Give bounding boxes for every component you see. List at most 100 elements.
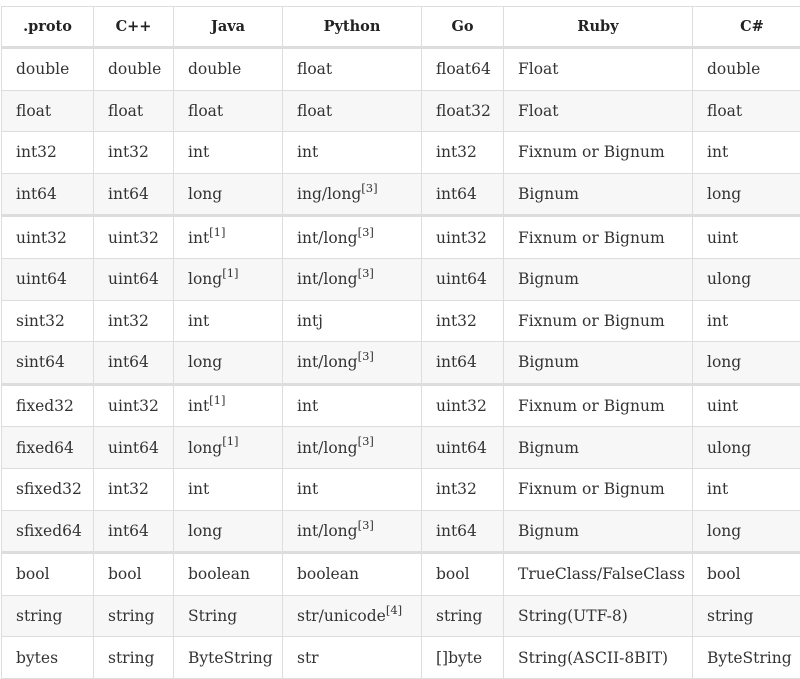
cell-text: uint64 [436,270,487,288]
footnote-ref[interactable]: [1] [209,393,225,407]
cell-csharp: uint [693,216,800,259]
cell-python: int [283,384,422,427]
cell-python: float [283,48,422,91]
footnote-ref[interactable]: [1] [209,225,225,239]
cell-csharp: long [693,510,800,553]
cell-ruby: TrueClass/FalseClass [504,553,693,596]
cell-text: uint64 [16,270,67,288]
cell-python: int [283,468,422,510]
cell-text: Bignum [518,522,579,540]
cell-proto: sint64 [2,342,94,385]
footnote-ref[interactable]: [3] [358,349,374,363]
cell-java: int [174,132,283,174]
cell-cpp: int64 [94,510,174,553]
cell-text: boolean [188,565,250,583]
footnote-ref[interactable]: [1] [222,266,238,280]
cell-text: string [108,607,154,625]
footnote-ref[interactable]: [3] [358,225,374,239]
cell-ruby: Bignum [504,173,693,216]
cell-text: int [297,143,318,161]
cell-text: int64 [108,353,149,371]
cell-text: ing/long [297,185,361,203]
cell-text: int/long [297,229,358,247]
cell-ruby: Bignum [504,427,693,469]
table-row: floatfloatfloatfloatfloat32Floatfloat [2,90,800,132]
cell-text: int/long [297,522,358,540]
cell-cpp: int32 [94,132,174,174]
footnote-ref[interactable]: [3] [358,434,374,448]
footnote-ref[interactable]: [3] [361,181,377,195]
table-row: sfixed32int32intintint32Fixnum or Bignum… [2,468,800,510]
cell-python: boolean [283,553,422,596]
cell-text: String(UTF-8) [518,607,628,625]
cell-cpp: int64 [94,173,174,216]
cell-text: double [707,60,760,78]
cell-go: int64 [422,173,504,216]
cell-text: bool [707,565,741,583]
cell-text: Fixnum or Bignum [518,397,665,415]
cell-csharp: int [693,468,800,510]
table-row: int32int32intintint32Fixnum or Bignumint [2,132,800,174]
cell-go: bool [422,553,504,596]
cell-ruby: Bignum [504,342,693,385]
cell-text: uint32 [16,229,67,247]
cell-go: uint64 [422,427,504,469]
cell-text: float [108,102,143,120]
footnote-ref[interactable]: [4] [386,603,402,617]
cell-text: long [188,185,222,203]
cell-text: int32 [436,480,477,498]
cell-text: fixed64 [16,439,74,457]
cell-text: bool [108,565,142,583]
footnote-ref[interactable]: [1] [222,434,238,448]
cell-java: long[1] [174,427,283,469]
cell-text: float [297,60,332,78]
header-row: .proto C++ Java Python Go Ruby C# [2,7,800,48]
cell-text: int64 [108,522,149,540]
cell-text: sint64 [16,353,65,371]
cell-cpp: string [94,595,174,637]
cell-text: int [297,480,318,498]
cell-csharp: ByteString [693,637,800,679]
cell-python: int/long[3] [283,427,422,469]
cell-text: int [188,143,209,161]
cell-text: float [297,102,332,120]
cell-text: double [108,60,161,78]
header-proto: .proto [2,7,94,48]
cell-python: int/long[3] [283,216,422,259]
cell-text: uint32 [436,229,487,247]
cell-text: long [707,522,741,540]
cell-text: int [188,312,209,330]
cell-text: string [707,607,753,625]
cell-go: int32 [422,132,504,174]
table-row: fixed64uint64long[1]int/long[3]uint64Big… [2,427,800,469]
header-ruby: Ruby [504,7,693,48]
cell-csharp: float [693,90,800,132]
cell-csharp: int [693,300,800,342]
cell-java: int[1] [174,384,283,427]
cell-text: Bignum [518,185,579,203]
cell-text: int32 [108,143,149,161]
footnote-ref[interactable]: [3] [358,518,374,532]
cell-text: uint64 [108,270,159,288]
cell-text: long [707,185,741,203]
cell-text: boolean [297,565,359,583]
cell-go: []byte [422,637,504,679]
header-java: Java [174,7,283,48]
footnote-ref[interactable]: [3] [358,266,374,280]
cell-cpp: int32 [94,300,174,342]
cell-csharp: long [693,173,800,216]
cell-text: int [297,397,318,415]
cell-go: uint32 [422,384,504,427]
cell-text: uint32 [436,397,487,415]
cell-text: int [188,480,209,498]
cell-cpp: string [94,637,174,679]
cell-java: double [174,48,283,91]
cell-go: uint64 [422,258,504,300]
table-row: uint32uint32int[1]int/long[3]uint32Fixnu… [2,216,800,259]
cell-cpp: double [94,48,174,91]
cell-text: fixed32 [16,397,74,415]
cell-text: int/long [297,439,358,457]
table-body: doubledoubledoublefloatfloat64Floatdoubl… [2,48,800,679]
cell-text: Bignum [518,353,579,371]
cell-text: long [188,522,222,540]
